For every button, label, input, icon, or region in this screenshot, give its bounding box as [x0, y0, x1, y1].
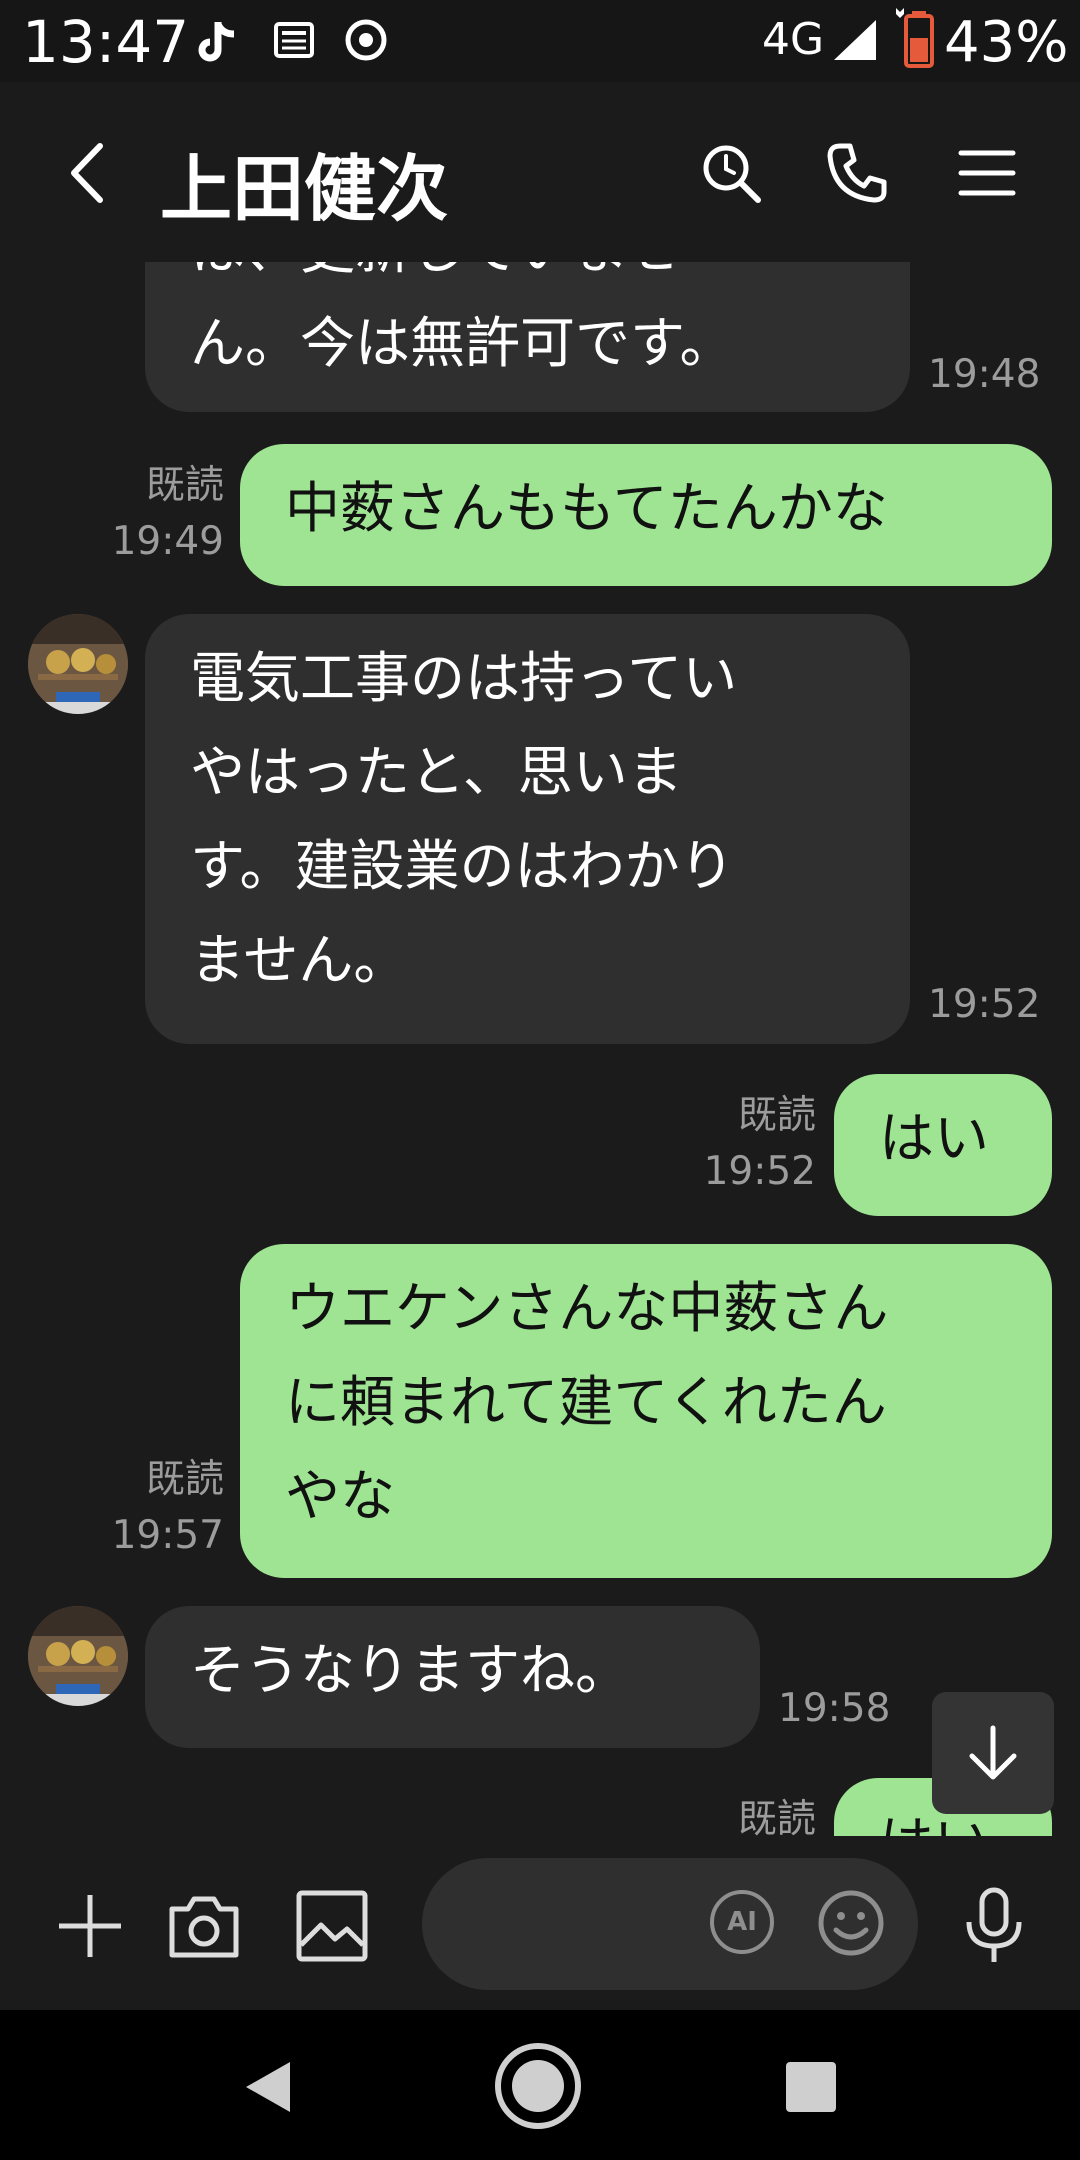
message-line: ん。今は無許可です。	[190, 311, 735, 375]
system-navigation-bar	[0, 2010, 1080, 2160]
avatar-image	[28, 614, 128, 714]
camera-icon	[169, 1896, 239, 1958]
message-line: やはったと、思いま	[190, 740, 683, 804]
battery-percentage: 43%	[944, 10, 1069, 75]
search-icon	[703, 145, 761, 203]
add-button[interactable]	[48, 1884, 132, 1968]
message-line: す。建設業のはわかり	[190, 834, 735, 898]
ai-button[interactable]: AI	[710, 1890, 774, 1954]
message-line: はい	[879, 1106, 990, 1170]
message-time: 19:52	[703, 1149, 816, 1194]
message-bubble-incoming[interactable]: は、更新していませ ん。今は無許可です。	[145, 262, 910, 412]
chat-header: 上田健次	[0, 82, 1080, 262]
message-list[interactable]: は、更新していませ ん。今は無許可です。 19:48 既読 19:49 中薮さん…	[0, 262, 1080, 1836]
read-label: 既読	[145, 1457, 224, 1502]
call-button[interactable]	[812, 128, 902, 218]
news-icon	[274, 22, 314, 58]
nav-recents-button[interactable]	[784, 2060, 838, 2114]
scroll-to-bottom-button[interactable]	[932, 1692, 1054, 1814]
search-button[interactable]	[686, 128, 776, 218]
message-bubble-incoming[interactable]: そうなりますね。	[145, 1606, 760, 1748]
message-input[interactable]	[462, 1888, 726, 1960]
chat-title[interactable]: 上田健次	[160, 130, 448, 235]
emoji-icon	[818, 1890, 884, 1956]
message-time: 19:49	[111, 519, 224, 564]
message-line: ウエケンさんな中薮さん	[285, 1276, 889, 1340]
arrow-down-icon	[969, 1725, 1017, 1780]
chrome-icon	[345, 19, 387, 61]
phone-icon	[827, 143, 887, 203]
message-time: 19:52	[928, 982, 1041, 1027]
microphone-button[interactable]	[952, 1884, 1036, 1968]
message-line: そうなりますね。	[190, 1638, 631, 1702]
read-label: 既読	[737, 1797, 816, 1836]
read-label: 既読	[145, 463, 224, 508]
message-input-container: AI	[422, 1858, 918, 1990]
read-receipt: 既読 19:49	[100, 458, 224, 570]
microphone-icon	[966, 1887, 1022, 1962]
read-label: 既読	[737, 1093, 816, 1138]
message-time: 19:58	[778, 1686, 891, 1731]
read-receipt: 既読 19:57	[100, 1452, 224, 1564]
hamburger-menu-icon	[958, 150, 1016, 196]
message-bubble-outgoing[interactable]: ウエケンさんな中薮さん に頼まれて建てくれたん やな	[240, 1244, 1052, 1578]
network-type: 4G	[762, 14, 825, 65]
message-line: 中薮さんももてたんかな	[285, 476, 888, 540]
emoji-button[interactable]	[816, 1888, 886, 1958]
message-line: に頼まれて建てくれたん	[285, 1370, 887, 1434]
back-button[interactable]	[42, 128, 132, 218]
message-bubble-outgoing[interactable]: はい	[834, 1074, 1052, 1216]
tiktok-icon	[198, 22, 235, 62]
image-icon	[296, 1890, 368, 1962]
message-bubble-incoming[interactable]: 電気工事のは持ってい やはったと、思いま す。建設業のはわかり ません。	[145, 614, 910, 1044]
plus-icon	[59, 1895, 121, 1957]
nav-back-button[interactable]	[240, 2058, 294, 2116]
message-bubble-outgoing[interactable]: 中薮さんももてたんかな	[240, 444, 1052, 586]
message-time: 19:48	[928, 352, 1041, 397]
avatar[interactable]	[28, 1606, 128, 1706]
menu-button[interactable]	[942, 128, 1032, 218]
battery-icon	[896, 8, 934, 68]
read-receipt: 既読	[680, 1792, 816, 1836]
message-line: は、更新していませ	[190, 262, 865, 296]
signal-icon	[834, 20, 876, 60]
status-bar: 13:47 4G 43%	[0, 0, 1080, 82]
message-time: 19:57	[111, 1513, 224, 1558]
chevron-left-icon	[71, 143, 103, 203]
avatar[interactable]	[28, 614, 128, 714]
read-receipt: 既読 19:52	[680, 1088, 816, 1200]
message-line: ません。	[190, 928, 409, 992]
status-time: 13:47	[22, 8, 190, 76]
message-line: やな	[285, 1464, 396, 1528]
avatar-image	[28, 1606, 128, 1706]
message-composer: AI	[0, 1836, 1080, 2010]
message-line: 電気工事のは持ってい	[190, 646, 738, 710]
nav-home-button[interactable]	[494, 2042, 582, 2130]
camera-button[interactable]	[162, 1884, 246, 1968]
image-button[interactable]	[290, 1884, 374, 1968]
